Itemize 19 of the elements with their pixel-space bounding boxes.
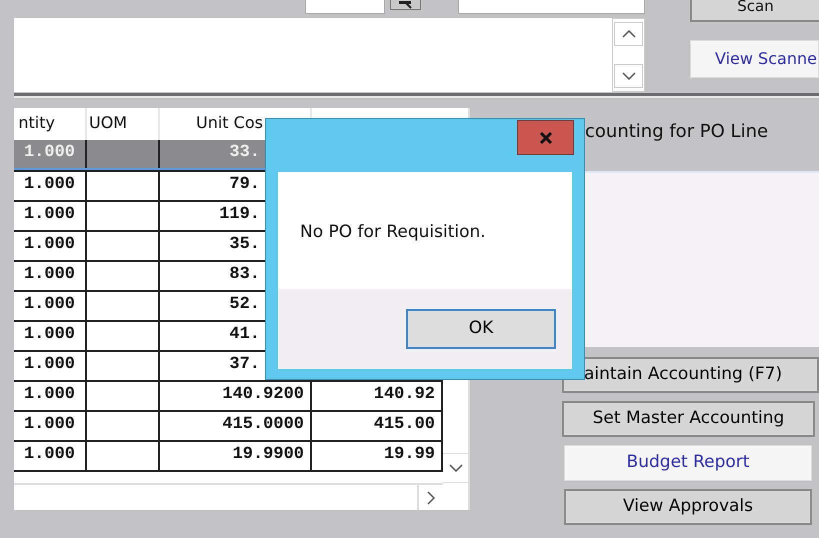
table-cell: 1.000 [14,442,87,470]
table-cell: 1.000 [14,322,87,350]
table-cell: 1.000 [14,232,87,260]
table-cell: 1.000 [14,202,87,230]
table-cell: 1.000 [14,140,87,168]
table-cell: 140.92 [312,382,443,410]
table-cell: 19.9900 [160,442,312,470]
table-cell: 1.000 [14,352,87,380]
table-cell: 1.000 [14,292,87,320]
table-cell: 415.00 [312,412,443,440]
table-cell: 1.000 [14,412,87,440]
table-cell: 1.000 [14,172,87,200]
panel-title: counting for PO Line [585,120,768,144]
dialog-message: No PO for Requisition. [278,172,572,289]
table-cell: 1.000 [14,382,87,410]
table-cell: 1.000 [14,262,87,290]
table-cell: 415.0000 [160,412,312,440]
table-cell: 140.9200 [160,382,312,410]
table-cell: 19.99 [312,442,443,470]
